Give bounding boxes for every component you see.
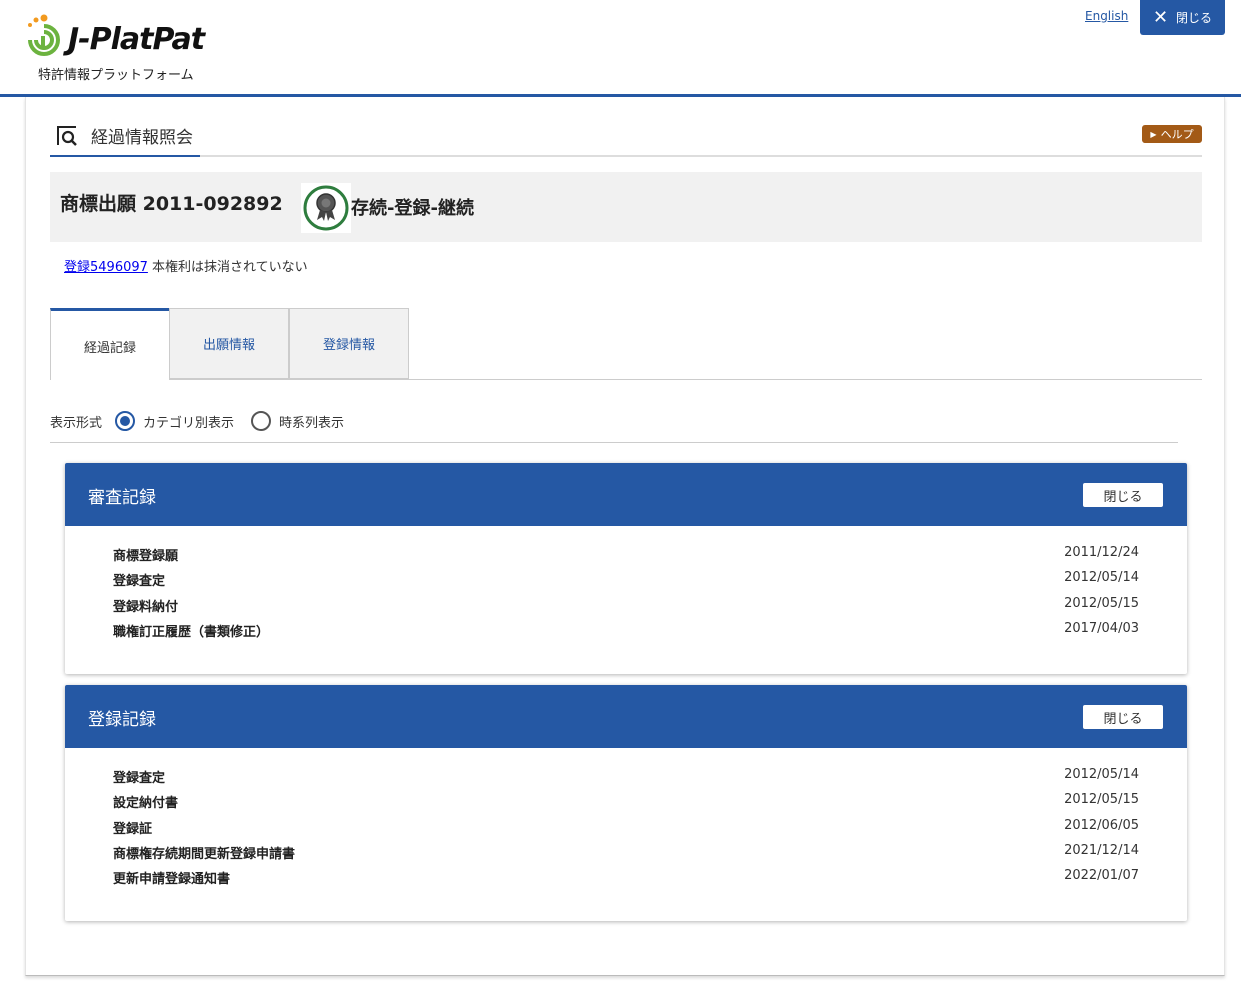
record-date: 2017/04/03 <box>1064 620 1139 636</box>
category-view-label[interactable]: カテゴリ別表示 <box>143 412 234 431</box>
record-row[interactable]: 商標権存続期間更新登録申請書 2021/12/14 <box>113 843 1139 868</box>
logo-mark-icon <box>28 14 60 56</box>
tab-bar: 経過記録 出願情報 登録情報 <box>50 308 1202 380</box>
section-close-button[interactable]: 閉じる <box>1083 483 1163 507</box>
search-document-icon <box>57 126 77 146</box>
chronological-view-label[interactable]: 時系列表示 <box>279 412 344 431</box>
application-status-box: 商標出願 2011-092892 存続-登録-継続 <box>50 172 1202 242</box>
record-name: 商標権存続期間更新登録申請書 <box>113 846 296 862</box>
examination-record-section: 審査記録 閉じる 商標登録願 2011/12/24 登録査定 2012/05/1… <box>65 463 1187 674</box>
help-button[interactable]: ▶ ヘルプ <box>1142 125 1202 143</box>
section-close-button[interactable]: 閉じる <box>1083 705 1163 729</box>
english-link[interactable]: English <box>1085 9 1128 23</box>
registration-record-section: 登録記録 閉じる 登録査定 2012/05/14 設定納付書 2012/05/1… <box>65 685 1187 921</box>
record-date: 2021/12/14 <box>1064 842 1139 858</box>
record-date: 2012/05/14 <box>1064 570 1139 586</box>
application-title: 商標出願 2011-092892 <box>60 193 283 215</box>
display-format-label: 表示形式 <box>50 416 103 431</box>
status-ribbon-icon <box>301 183 351 233</box>
close-window-label: 閉じる <box>1176 11 1213 25</box>
main-panel: 経過情報照会 ▶ ヘルプ 商標出願 2011-092892 存続-登録-継続 登… <box>25 97 1225 976</box>
record-name: 設定納付書 <box>113 796 179 812</box>
record-date: 2012/05/15 <box>1064 595 1139 611</box>
record-row[interactable]: 登録査定 2012/05/14 <box>113 767 1139 792</box>
tab-label: 出願情報 <box>202 338 255 353</box>
category-view-radio[interactable] <box>115 411 135 431</box>
close-window-button[interactable]: ✕ 閉じる <box>1140 0 1225 35</box>
tab-label: 経過記録 <box>83 341 136 356</box>
status-text: 存続-登録-継続 <box>351 198 474 219</box>
record-row[interactable]: 職権訂正履歴（書類修正） 2017/04/03 <box>113 621 1139 646</box>
record-row[interactable]: 商標登録願 2011/12/24 <box>113 545 1139 570</box>
tab-progress-record[interactable]: 経過記録 <box>50 308 170 380</box>
record-row[interactable]: 登録査定 2012/05/14 <box>113 570 1139 595</box>
section-title: 登録記録 <box>88 710 156 730</box>
jplatpat-logo[interactable]: J-PlatPat 特許情報プラットフォーム <box>24 12 224 84</box>
display-format-row: 表示形式 カテゴリ別表示 時系列表示 <box>50 410 1178 443</box>
record-row[interactable]: 登録料納付 2012/05/15 <box>113 596 1139 621</box>
record-date: 2022/01/07 <box>1064 868 1139 884</box>
record-row[interactable]: 登録証 2012/06/05 <box>113 818 1139 843</box>
page-heading: 経過情報照会 ▶ ヘルプ <box>50 115 1202 157</box>
tab-label: 登録情報 <box>322 338 375 353</box>
record-row[interactable]: 設定納付書 2012/05/15 <box>113 792 1139 817</box>
logo-text: J-PlatPat <box>68 22 205 57</box>
record-date: 2012/06/05 <box>1064 817 1139 833</box>
close-icon: ✕ <box>1152 6 1169 28</box>
section-header: 審査記録 閉じる <box>65 463 1187 526</box>
site-header: J-PlatPat 特許情報プラットフォーム English ✕ 閉じる <box>0 0 1241 97</box>
section-title: 審査記録 <box>88 488 156 508</box>
chronological-view-radio[interactable] <box>251 411 271 431</box>
record-name: 登録査定 <box>113 771 166 786</box>
registration-link[interactable]: 登録5496097 <box>64 260 148 275</box>
record-name: 職権訂正履歴（書類修正） <box>113 624 270 640</box>
record-date: 2012/05/15 <box>1064 792 1139 808</box>
help-label: ヘルプ <box>1160 128 1194 141</box>
tab-application-info[interactable]: 出願情報 <box>169 308 289 379</box>
record-name: 更新申請登録通知書 <box>113 872 231 888</box>
logo-subtitle: 特許情報プラットフォーム <box>38 68 194 83</box>
registration-line: 登録5496097 本権利は抹消されていない <box>64 256 308 275</box>
record-name: 登録査定 <box>113 574 166 590</box>
record-date: 2012/05/14 <box>1064 767 1139 782</box>
record-list: 登録査定 2012/05/14 設定納付書 2012/05/15 登録証 201… <box>113 767 1139 893</box>
record-date: 2011/12/24 <box>1064 545 1139 560</box>
tab-registration-info[interactable]: 登録情報 <box>289 308 409 379</box>
play-triangle-icon: ▶ <box>1150 129 1157 139</box>
section-header: 登録記録 閉じる <box>65 685 1187 748</box>
record-name: 商標登録願 <box>113 549 179 564</box>
registration-note: 本権利は抹消されていない <box>152 260 308 275</box>
record-list: 商標登録願 2011/12/24 登録査定 2012/05/14 登録料納付 2… <box>113 545 1139 646</box>
record-row[interactable]: 更新申請登録通知書 2022/01/07 <box>113 868 1139 893</box>
record-name: 登録証 <box>113 821 153 837</box>
page-title: 経過情報照会 <box>91 128 193 148</box>
record-name: 登録料納付 <box>113 599 179 615</box>
